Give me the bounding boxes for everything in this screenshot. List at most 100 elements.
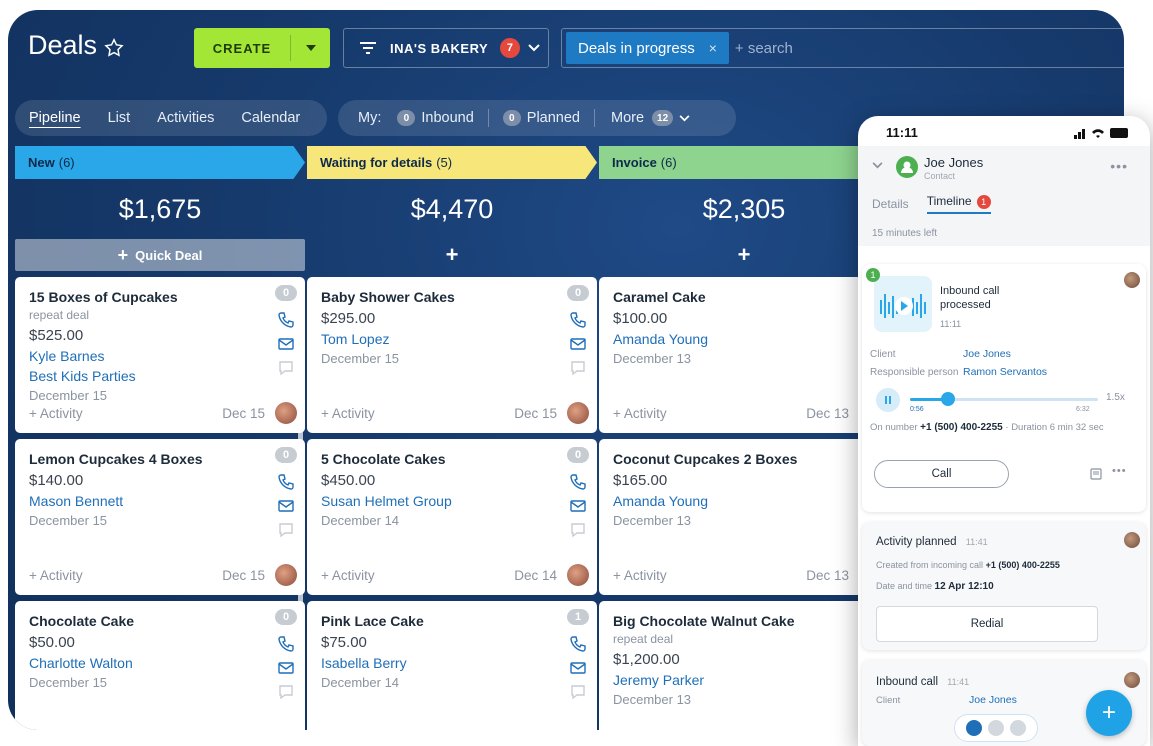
chevron-down-icon[interactable] bbox=[872, 162, 883, 169]
chat-icon[interactable] bbox=[988, 720, 1004, 736]
time-left: 15 minutes left bbox=[872, 228, 938, 239]
redial-button[interactable]: Redial bbox=[876, 606, 1098, 642]
create-dropdown-icon[interactable] bbox=[291, 45, 330, 51]
add-activity-link[interactable]: + Activity bbox=[613, 568, 667, 583]
deal-card[interactable]: Coconut Cupcakes 2 Boxes $165.00 Amanda Yo… bbox=[599, 439, 889, 595]
deal-date: December 15 bbox=[29, 513, 108, 528]
mail-icon[interactable] bbox=[277, 659, 295, 677]
deal-price: $1,200.00 bbox=[613, 651, 680, 668]
deal-contact-link[interactable]: Susan Helmet Group bbox=[321, 493, 583, 509]
create-label: CREATE bbox=[212, 40, 272, 56]
pipeline-filter[interactable]: INA'S BAKERY 7 bbox=[343, 28, 549, 68]
column-header[interactable]: New (6) bbox=[15, 146, 305, 179]
search-bar[interactable]: Deals in progress × + search bbox=[561, 28, 1124, 68]
add-activity-link[interactable]: + Activity bbox=[321, 568, 375, 583]
mail-icon[interactable] bbox=[277, 335, 295, 353]
pause-button[interactable] bbox=[876, 388, 900, 412]
chat-icon[interactable] bbox=[569, 359, 587, 377]
chat-icon[interactable] bbox=[569, 521, 587, 539]
mail-icon[interactable] bbox=[277, 497, 295, 515]
tab-activities[interactable]: Activities bbox=[157, 110, 214, 126]
avatar bbox=[1124, 532, 1140, 548]
responsible-link[interactable]: Ramon Servantos bbox=[963, 366, 1047, 378]
quick-deal-button[interactable]: + Quick Deal bbox=[15, 239, 305, 271]
deal-contact-link[interactable]: Kyle Barnes bbox=[29, 348, 291, 364]
deal-contact-link[interactable]: Jeremy Parker bbox=[613, 672, 875, 688]
tab-timeline[interactable]: Timeline 1 bbox=[926, 194, 991, 214]
deal-contact-link[interactable]: Best Kids Parties bbox=[29, 368, 291, 384]
remove-chip-icon[interactable]: × bbox=[709, 40, 717, 56]
more-icon[interactable]: ••• bbox=[1110, 158, 1128, 174]
add-activity-link[interactable]: + Activity bbox=[321, 406, 375, 421]
mobile-panel: 11:11 Joe Jones Contact ••• Details Time… bbox=[858, 116, 1150, 746]
mail-icon[interactable] bbox=[569, 659, 587, 677]
search-input[interactable]: + search bbox=[735, 40, 793, 57]
deal-card[interactable]: Caramel Cake $100.00 Amanda Young December … bbox=[599, 277, 889, 433]
deal-date: December 15 bbox=[321, 351, 400, 366]
chat-icon[interactable] bbox=[277, 521, 295, 539]
filter-planned[interactable]: 0 Planned bbox=[502, 110, 580, 126]
phone-icon[interactable] bbox=[277, 635, 295, 653]
add-activity-link[interactable]: + Activity bbox=[29, 406, 83, 421]
deal-badge: 1 bbox=[567, 609, 589, 625]
more-icon[interactable]: ••• bbox=[1112, 465, 1127, 477]
deal-card[interactable]: Baby Shower Cakes $295.00 Tom Lopez Decembe… bbox=[307, 277, 597, 433]
plus-icon: + bbox=[117, 244, 129, 265]
deal-card[interactable]: Chocolate Cake $50.00 Charlotte Walton Dece… bbox=[15, 601, 305, 730]
scrollbar[interactable] bbox=[298, 286, 303, 666]
phone-icon[interactable] bbox=[569, 635, 587, 653]
deal-card[interactable]: Lemon Cupcakes 4 Boxes $140.00 Mason Benne… bbox=[15, 439, 305, 595]
add-deal-button[interactable]: + bbox=[599, 239, 889, 271]
deal-contact-link[interactable]: Amanda Young bbox=[613, 331, 875, 347]
tab-pipeline[interactable]: Pipeline bbox=[29, 110, 81, 126]
mail-icon[interactable] bbox=[1010, 720, 1026, 736]
column-header[interactable]: Invoice (6) bbox=[599, 146, 889, 179]
status-icons bbox=[1074, 128, 1128, 139]
chat-icon[interactable] bbox=[277, 359, 295, 377]
chevron-down-icon[interactable] bbox=[528, 44, 540, 52]
add-deal-button[interactable]: + bbox=[307, 239, 597, 271]
deal-card[interactable]: 15 Boxes of Cupcakes repeat deal $525.00 Ky… bbox=[15, 277, 305, 433]
filter-more[interactable]: More 12 bbox=[611, 110, 690, 126]
deal-contact-link[interactable]: Isabella Berry bbox=[321, 655, 583, 671]
mail-icon[interactable] bbox=[569, 497, 587, 515]
note-icon[interactable] bbox=[1090, 468, 1102, 480]
tab-list[interactable]: List bbox=[108, 110, 131, 126]
audio-track[interactable] bbox=[910, 392, 1098, 406]
deal-card[interactable]: 5 Chocolate Cakes $450.00 Susan Helmet Gro… bbox=[307, 439, 597, 595]
deal-card[interactable]: Big Chocolate Walnut Cake repeat deal $1,2… bbox=[599, 601, 889, 730]
mail-icon[interactable] bbox=[569, 335, 587, 353]
deal-contact-link[interactable]: Tom Lopez bbox=[321, 331, 583, 347]
add-activity-link[interactable]: + Activity bbox=[613, 406, 667, 421]
phone-icon[interactable] bbox=[277, 473, 295, 491]
deal-contact-link[interactable]: Charlotte Walton bbox=[29, 655, 291, 671]
phone-icon[interactable] bbox=[569, 473, 587, 491]
phone-icon[interactable] bbox=[966, 720, 982, 736]
add-activity-link[interactable]: + Activity bbox=[29, 568, 83, 583]
deal-subtitle: repeat deal bbox=[29, 308, 90, 322]
call-waveform[interactable] bbox=[874, 276, 932, 332]
column-header[interactable]: Waiting for details (5) bbox=[307, 146, 597, 179]
chat-icon[interactable] bbox=[277, 683, 295, 701]
phone-icon[interactable] bbox=[569, 311, 587, 329]
phone-icon[interactable] bbox=[277, 311, 295, 329]
filter-inbound[interactable]: 0 Inbound bbox=[397, 110, 474, 126]
chat-icon[interactable] bbox=[569, 683, 587, 701]
playback-speed[interactable]: 1.5x bbox=[1106, 392, 1125, 403]
create-button[interactable]: CREATE bbox=[194, 28, 330, 68]
add-fab-button[interactable]: + bbox=[1086, 690, 1132, 736]
search-chip[interactable]: Deals in progress × bbox=[566, 32, 729, 64]
deal-contact-link[interactable]: Mason Bennett bbox=[29, 493, 291, 509]
deal-contact-link[interactable]: Amanda Young bbox=[613, 493, 875, 509]
deal-badge: 0 bbox=[275, 447, 297, 463]
deal-badge: 0 bbox=[567, 447, 589, 463]
client-link[interactable]: Joe Jones bbox=[963, 348, 1011, 360]
call-button[interactable]: Call bbox=[874, 460, 1009, 488]
star-icon[interactable] bbox=[103, 37, 125, 59]
audio-scrubber[interactable] bbox=[940, 392, 955, 406]
deal-card[interactable]: Pink Lace Cake $75.00 Isabella Berry Decemb… bbox=[307, 601, 597, 730]
deal-price: $75.00 bbox=[321, 634, 367, 651]
inbound-client-link[interactable]: Joe Jones bbox=[969, 694, 1017, 706]
tab-calendar[interactable]: Calendar bbox=[241, 110, 300, 126]
tab-details[interactable]: Details bbox=[872, 197, 909, 211]
